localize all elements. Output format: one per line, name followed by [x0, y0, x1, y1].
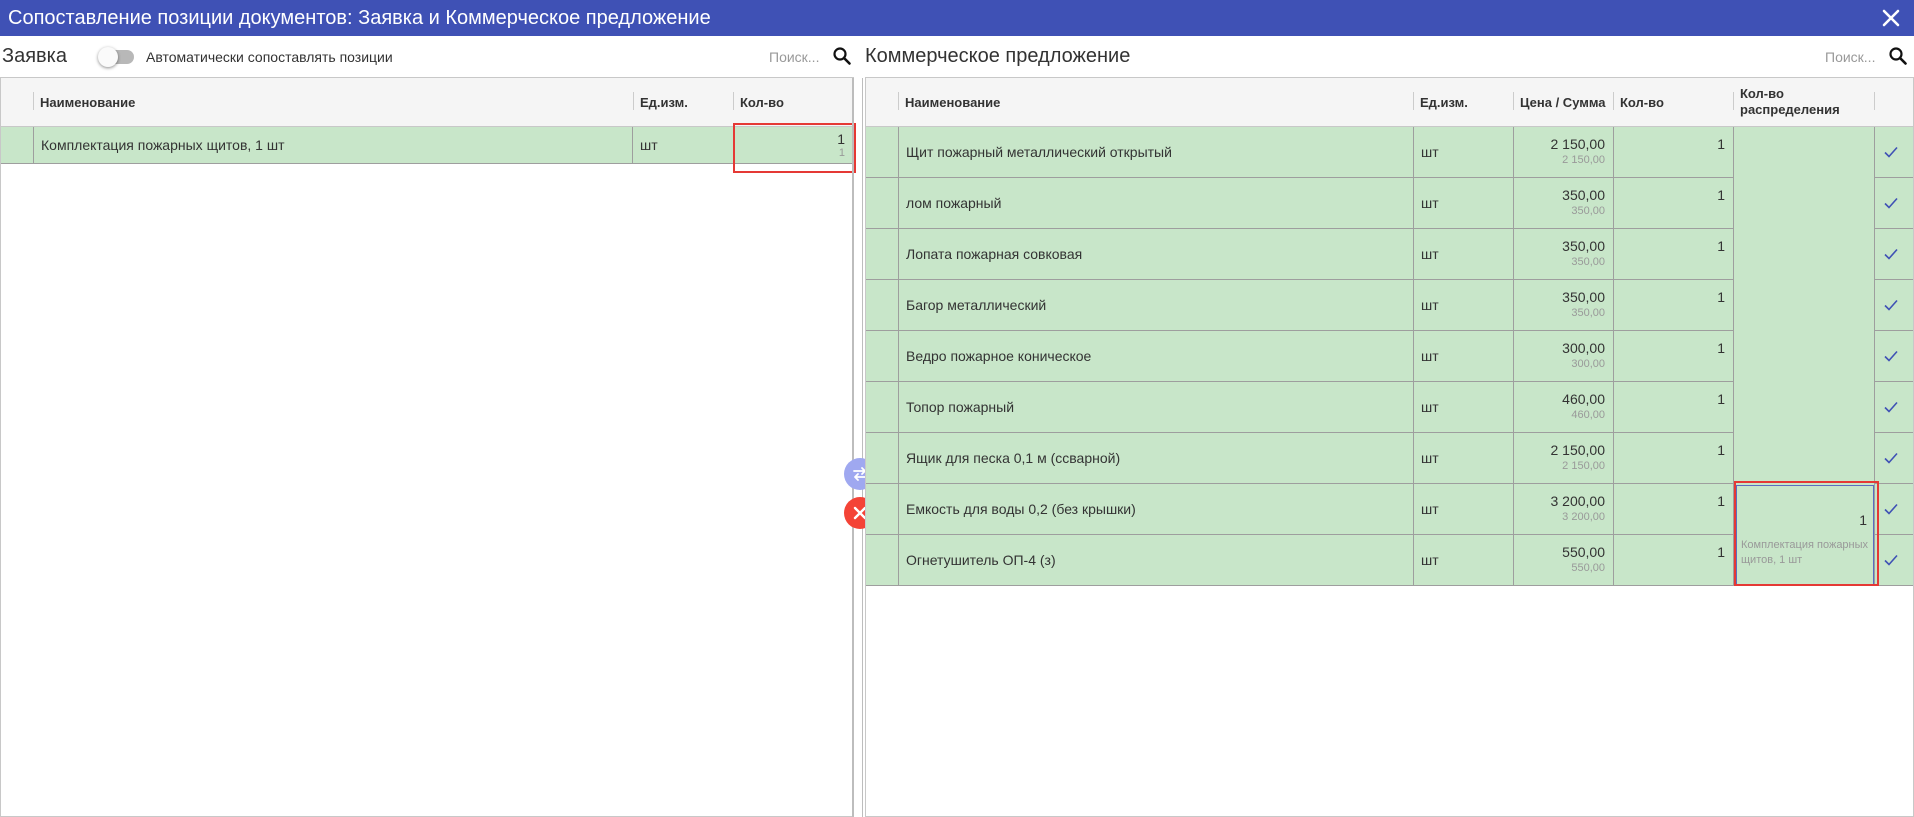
row-selector[interactable] [866, 178, 899, 228]
auto-match-toggle[interactable] [98, 47, 134, 67]
cell-name: лом пожарный [899, 178, 1414, 228]
col-header-qty[interactable]: Кол-во [734, 78, 784, 126]
col-sep [1874, 92, 1875, 110]
cell-qty[interactable]: 1 [1614, 331, 1734, 381]
cell-name: Щит пожарный металлический открытый [899, 127, 1414, 177]
cell-name: Лопата пожарная совковая [899, 229, 1414, 279]
row-selector[interactable] [866, 127, 899, 177]
col-header-unit[interactable]: Ед.изм. [1414, 78, 1468, 126]
cell-unit: шт [633, 127, 734, 163]
check-icon[interactable] [1883, 195, 1899, 211]
col-header-unit[interactable]: Ед.изм. [634, 78, 688, 126]
cell-check[interactable] [1875, 535, 1913, 585]
cell-check[interactable] [1875, 382, 1913, 432]
title-bar: Сопоставление позиции документов: Заявка… [0, 0, 1914, 36]
check-icon[interactable] [1883, 297, 1899, 313]
toggle-knob [98, 47, 118, 67]
cell-price: 350,00 350,00 [1514, 280, 1614, 330]
cell-check[interactable] [1875, 178, 1913, 228]
check-icon[interactable] [1883, 501, 1899, 517]
offer-grid-header: Наименование Ед.изм. Цена / Сумма Кол-во… [866, 78, 1913, 127]
cell-price: 2 150,00 2 150,00 [1514, 127, 1614, 177]
cell-unit: шт [1414, 178, 1514, 228]
cell-price: 2 150,00 2 150,00 [1514, 433, 1614, 483]
check-icon[interactable] [1883, 450, 1899, 466]
table-row[interactable]: Комплектация пожарных щитов, 1 шт шт 1 1 [1, 127, 853, 164]
cell-qty[interactable]: 1 [1614, 127, 1734, 177]
close-icon[interactable] [1878, 5, 1904, 31]
pane-divider[interactable] [852, 78, 854, 817]
cell-name: Топор пожарный [899, 382, 1414, 432]
left-pane-title: Заявка [2, 45, 67, 67]
pane-divider-edge [862, 78, 863, 817]
cell-check[interactable] [1875, 484, 1913, 534]
request-grid: Наименование Ед.изм. Кол-во Комплектация… [0, 77, 854, 817]
cell-name: Комплектация пожарных щитов, 1 шт [34, 127, 633, 163]
check-icon[interactable] [1883, 144, 1899, 160]
check-icon[interactable] [1883, 552, 1899, 568]
row-selector[interactable] [866, 382, 899, 432]
cell-price: 3 200,00 3 200,00 [1514, 484, 1614, 534]
row-selector[interactable] [866, 229, 899, 279]
left-pane-header: Заявка Автоматически сопоставлять позици… [0, 36, 852, 78]
row-selector[interactable] [866, 331, 899, 381]
cell-name: Багор металлический [899, 280, 1414, 330]
cell-qty[interactable]: 1 [1614, 280, 1734, 330]
row-selector[interactable] [866, 535, 899, 585]
cell-price: 350,00 350,00 [1514, 178, 1614, 228]
right-search-input[interactable]: Поиск... [1825, 49, 1875, 65]
search-icon[interactable] [1888, 46, 1908, 66]
row-selector[interactable] [1, 127, 34, 163]
cell-qty[interactable]: 1 [1614, 229, 1734, 279]
check-icon[interactable] [1883, 399, 1899, 415]
col-header-price[interactable]: Цена / Сумма [1514, 78, 1606, 126]
request-grid-header: Наименование Ед.изм. Кол-во [1, 78, 853, 127]
cell-name: Огнетушитель ОП-4 (з) [899, 535, 1414, 585]
highlight-box [1734, 481, 1879, 586]
col-header-alloc[interactable]: Кол-во распределения [1734, 78, 1874, 126]
cell-unit: шт [1414, 433, 1514, 483]
cell-qty[interactable]: 1 [1614, 484, 1734, 534]
cell-qty[interactable]: 1 [1614, 433, 1734, 483]
cell-check[interactable] [1875, 229, 1913, 279]
auto-match-label: Автоматически сопоставлять позиции [146, 49, 393, 65]
row-selector[interactable] [866, 280, 899, 330]
cell-check[interactable] [1875, 433, 1913, 483]
right-pane-title: Коммерческое предложение [865, 45, 1131, 67]
cell-qty[interactable]: 1 [1614, 382, 1734, 432]
cell-unit: шт [1414, 127, 1514, 177]
check-icon[interactable] [1883, 348, 1899, 364]
col-header-name[interactable]: Наименование [899, 78, 1000, 126]
check-icon[interactable] [1883, 246, 1899, 262]
col-header-name[interactable]: Наименование [34, 78, 135, 126]
left-search-input[interactable]: Поиск... [769, 49, 819, 65]
row-selector[interactable] [866, 484, 899, 534]
right-pane-header: Коммерческое предложение Поиск... [863, 36, 1914, 78]
cell-price: 350,00 350,00 [1514, 229, 1614, 279]
cell-unit: шт [1414, 331, 1514, 381]
search-icon[interactable] [832, 46, 852, 66]
cell-price: 550,00 550,00 [1514, 535, 1614, 585]
cell-qty[interactable]: 1 [1614, 178, 1734, 228]
cell-check[interactable] [1875, 280, 1913, 330]
offer-grid: Наименование Ед.изм. Цена / Сумма Кол-во… [865, 77, 1914, 817]
cell-name: Емкость для воды 0,2 (без крышки) [899, 484, 1414, 534]
cell-unit: шт [1414, 280, 1514, 330]
window-title: Сопоставление позиции документов: Заявка… [8, 7, 711, 29]
cell-qty[interactable]: 1 [1614, 535, 1734, 585]
cell-check[interactable] [1875, 127, 1913, 177]
cell-check[interactable] [1875, 331, 1913, 381]
cell-price: 460,00 460,00 [1514, 382, 1614, 432]
col-header-qty[interactable]: Кол-во [1614, 78, 1664, 126]
cell-name: Ведро пожарное коническое [899, 331, 1414, 381]
cell-unit: шт [1414, 229, 1514, 279]
highlight-box [733, 123, 856, 173]
row-selector[interactable] [866, 433, 899, 483]
cell-unit: шт [1414, 484, 1514, 534]
cell-unit: шт [1414, 382, 1514, 432]
cell-price: 300,00 300,00 [1514, 331, 1614, 381]
cell-unit: шт [1414, 535, 1514, 585]
cell-name: Ящик для песка 0,1 м (ссварной) [899, 433, 1414, 483]
